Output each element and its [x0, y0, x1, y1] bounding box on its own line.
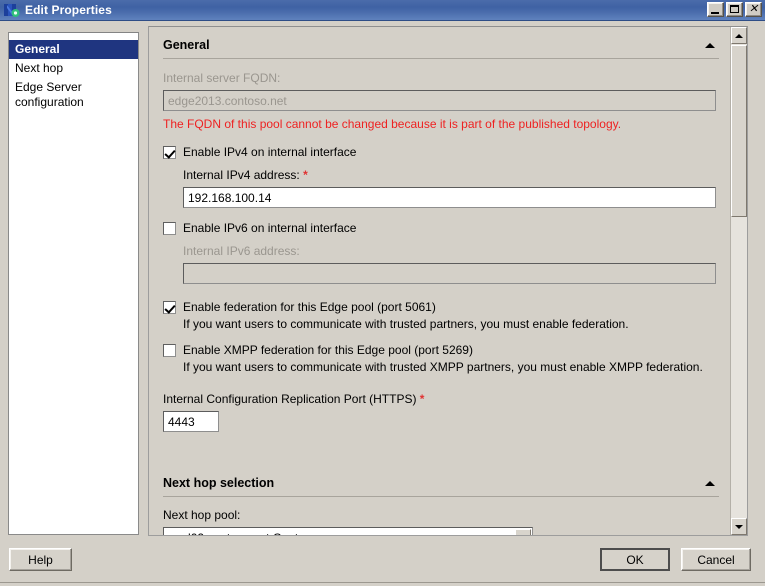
chevron-up-icon[interactable] [705, 42, 715, 48]
enable-xmpp-federation-label: Enable XMPP federation for this Edge poo… [183, 343, 473, 357]
next-hop-pool-label: Next hop pool: [163, 508, 241, 522]
enable-federation-label: Enable federation for this Edge pool (po… [183, 300, 436, 314]
help-button[interactable]: Help [9, 548, 72, 571]
scrollbar-thumb[interactable] [731, 45, 747, 217]
section-header-next-hop-selection[interactable]: Next hop selection [163, 465, 719, 497]
internal-ipv4-address-input[interactable]: 192.168.100.14 [183, 187, 716, 208]
sidebar-item-label: General [15, 42, 60, 56]
section-body-general: Internal server FQDN: edge2013.contoso.n… [149, 71, 731, 432]
minimize-button[interactable] [707, 2, 724, 17]
sidebar-item-general[interactable]: General [9, 40, 138, 59]
enable-ipv6-row[interactable]: Enable IPv6 on internal interface [163, 221, 719, 236]
ok-button[interactable]: OK [600, 548, 670, 571]
window-title: Edit Properties [25, 3, 112, 17]
next-hop-pool-value: pool02.contoso.net Contoso [168, 531, 317, 536]
maximize-button[interactable] [726, 2, 743, 17]
scroll-down-button[interactable] [731, 518, 747, 535]
enable-ipv4-checkbox[interactable] [163, 146, 176, 159]
scroll-content: General Internal server FQDN: edge2013.c… [149, 27, 731, 535]
enable-xmpp-federation-row[interactable]: Enable XMPP federation for this Edge poo… [163, 343, 719, 358]
enable-ipv4-label: Enable IPv4 on internal interface [183, 145, 357, 159]
triangle-down-icon [735, 524, 743, 529]
section-title: Next hop selection [163, 476, 275, 490]
internal-ipv6-address-input [183, 263, 716, 284]
section-body-next-hop-selection: Next hop pool: pool02.contoso.net Contos… [149, 508, 731, 535]
navigation-list[interactable]: General Next hop Edge Server configurati… [8, 32, 139, 535]
sidebar-item-label: Edge Server configuration [15, 80, 84, 109]
vertical-scrollbar[interactable] [730, 27, 747, 535]
enable-ipv4-row[interactable]: Enable IPv4 on internal interface [163, 145, 719, 160]
edit-properties-dialog: Edit Properties ✕ General Next hop Edge … [0, 0, 765, 586]
sidebar-item-label: Next hop [15, 61, 64, 75]
internal-server-fqdn-label: Internal server FQDN: [163, 71, 281, 85]
internal-server-fqdn-input: edge2013.contoso.net [163, 90, 716, 111]
required-asterisk: * [303, 168, 308, 182]
window-bottom-edge [0, 582, 765, 586]
close-button[interactable]: ✕ [745, 2, 762, 17]
next-hop-pool-select[interactable]: pool02.contoso.net Contoso [163, 527, 533, 535]
triangle-up-icon [735, 33, 743, 38]
fqdn-warning-text: The FQDN of this pool cannot be changed … [163, 117, 622, 131]
required-asterisk: * [419, 392, 425, 406]
section-header-general[interactable]: General [163, 27, 719, 59]
replication-port-label-text: Internal Configuration Replication Port … [163, 392, 417, 406]
replication-port-label: Internal Configuration Replication Port … [163, 392, 719, 407]
enable-federation-checkbox[interactable] [163, 301, 176, 314]
scroll-up-button[interactable] [731, 27, 747, 44]
xmpp-federation-description: If you want users to communicate with tr… [183, 360, 703, 374]
chevron-down-icon[interactable] [515, 529, 531, 535]
internal-ipv6-address-label: Internal IPv6 address: [183, 244, 300, 258]
title-bar: Edit Properties ✕ [0, 0, 765, 21]
internal-ipv4-address-label: Internal IPv4 address: * [183, 168, 719, 183]
window-controls: ✕ [707, 2, 762, 17]
replication-port-input[interactable]: 4443 [163, 411, 219, 432]
cancel-button[interactable]: Cancel [681, 548, 751, 571]
chevron-up-icon[interactable] [705, 480, 715, 486]
lync-topology-icon [3, 2, 21, 19]
sidebar-item-next-hop[interactable]: Next hop [9, 59, 138, 78]
enable-ipv6-label: Enable IPv6 on internal interface [183, 221, 357, 235]
section-title: General [163, 38, 210, 52]
close-icon: ✕ [748, 3, 759, 15]
enable-ipv6-checkbox[interactable] [163, 222, 176, 235]
enable-xmpp-federation-checkbox[interactable] [163, 344, 176, 357]
federation-description: If you want users to communicate with tr… [183, 317, 629, 331]
sidebar-item-edge-server-configuration[interactable]: Edge Server configuration [9, 78, 138, 113]
enable-federation-row[interactable]: Enable federation for this Edge pool (po… [163, 300, 719, 315]
settings-content-panel: General Internal server FQDN: edge2013.c… [148, 26, 748, 536]
ipv4-label-text: Internal IPv4 address: [183, 168, 300, 182]
